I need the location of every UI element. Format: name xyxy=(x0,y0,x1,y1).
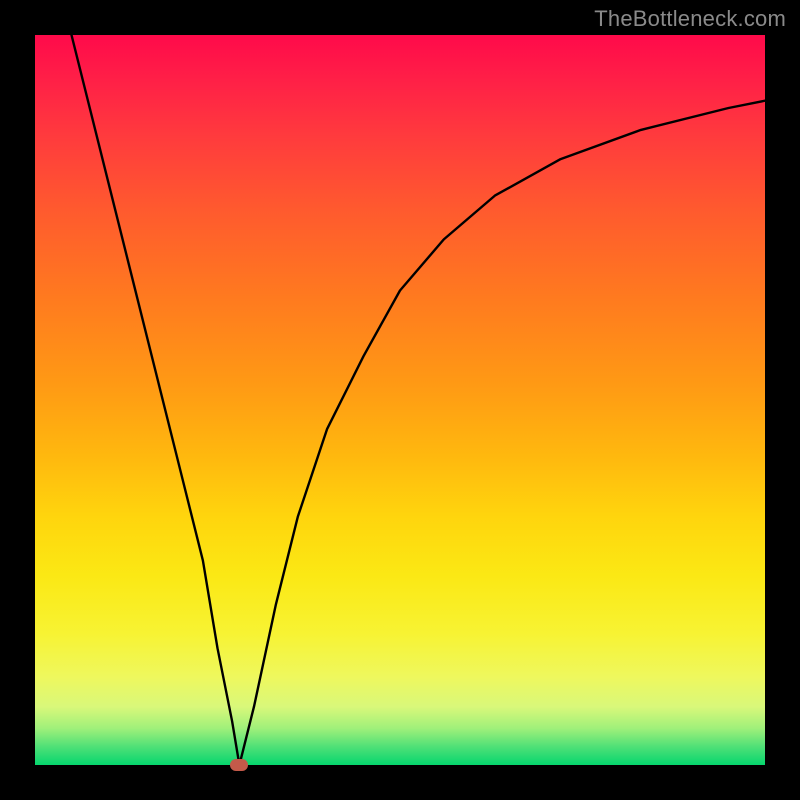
chart-frame: TheBottleneck.com xyxy=(0,0,800,800)
watermark-text: TheBottleneck.com xyxy=(594,6,786,32)
optimum-marker xyxy=(230,759,248,771)
bottleneck-curve xyxy=(72,35,766,765)
curve-layer xyxy=(35,35,765,765)
plot-area xyxy=(35,35,765,765)
